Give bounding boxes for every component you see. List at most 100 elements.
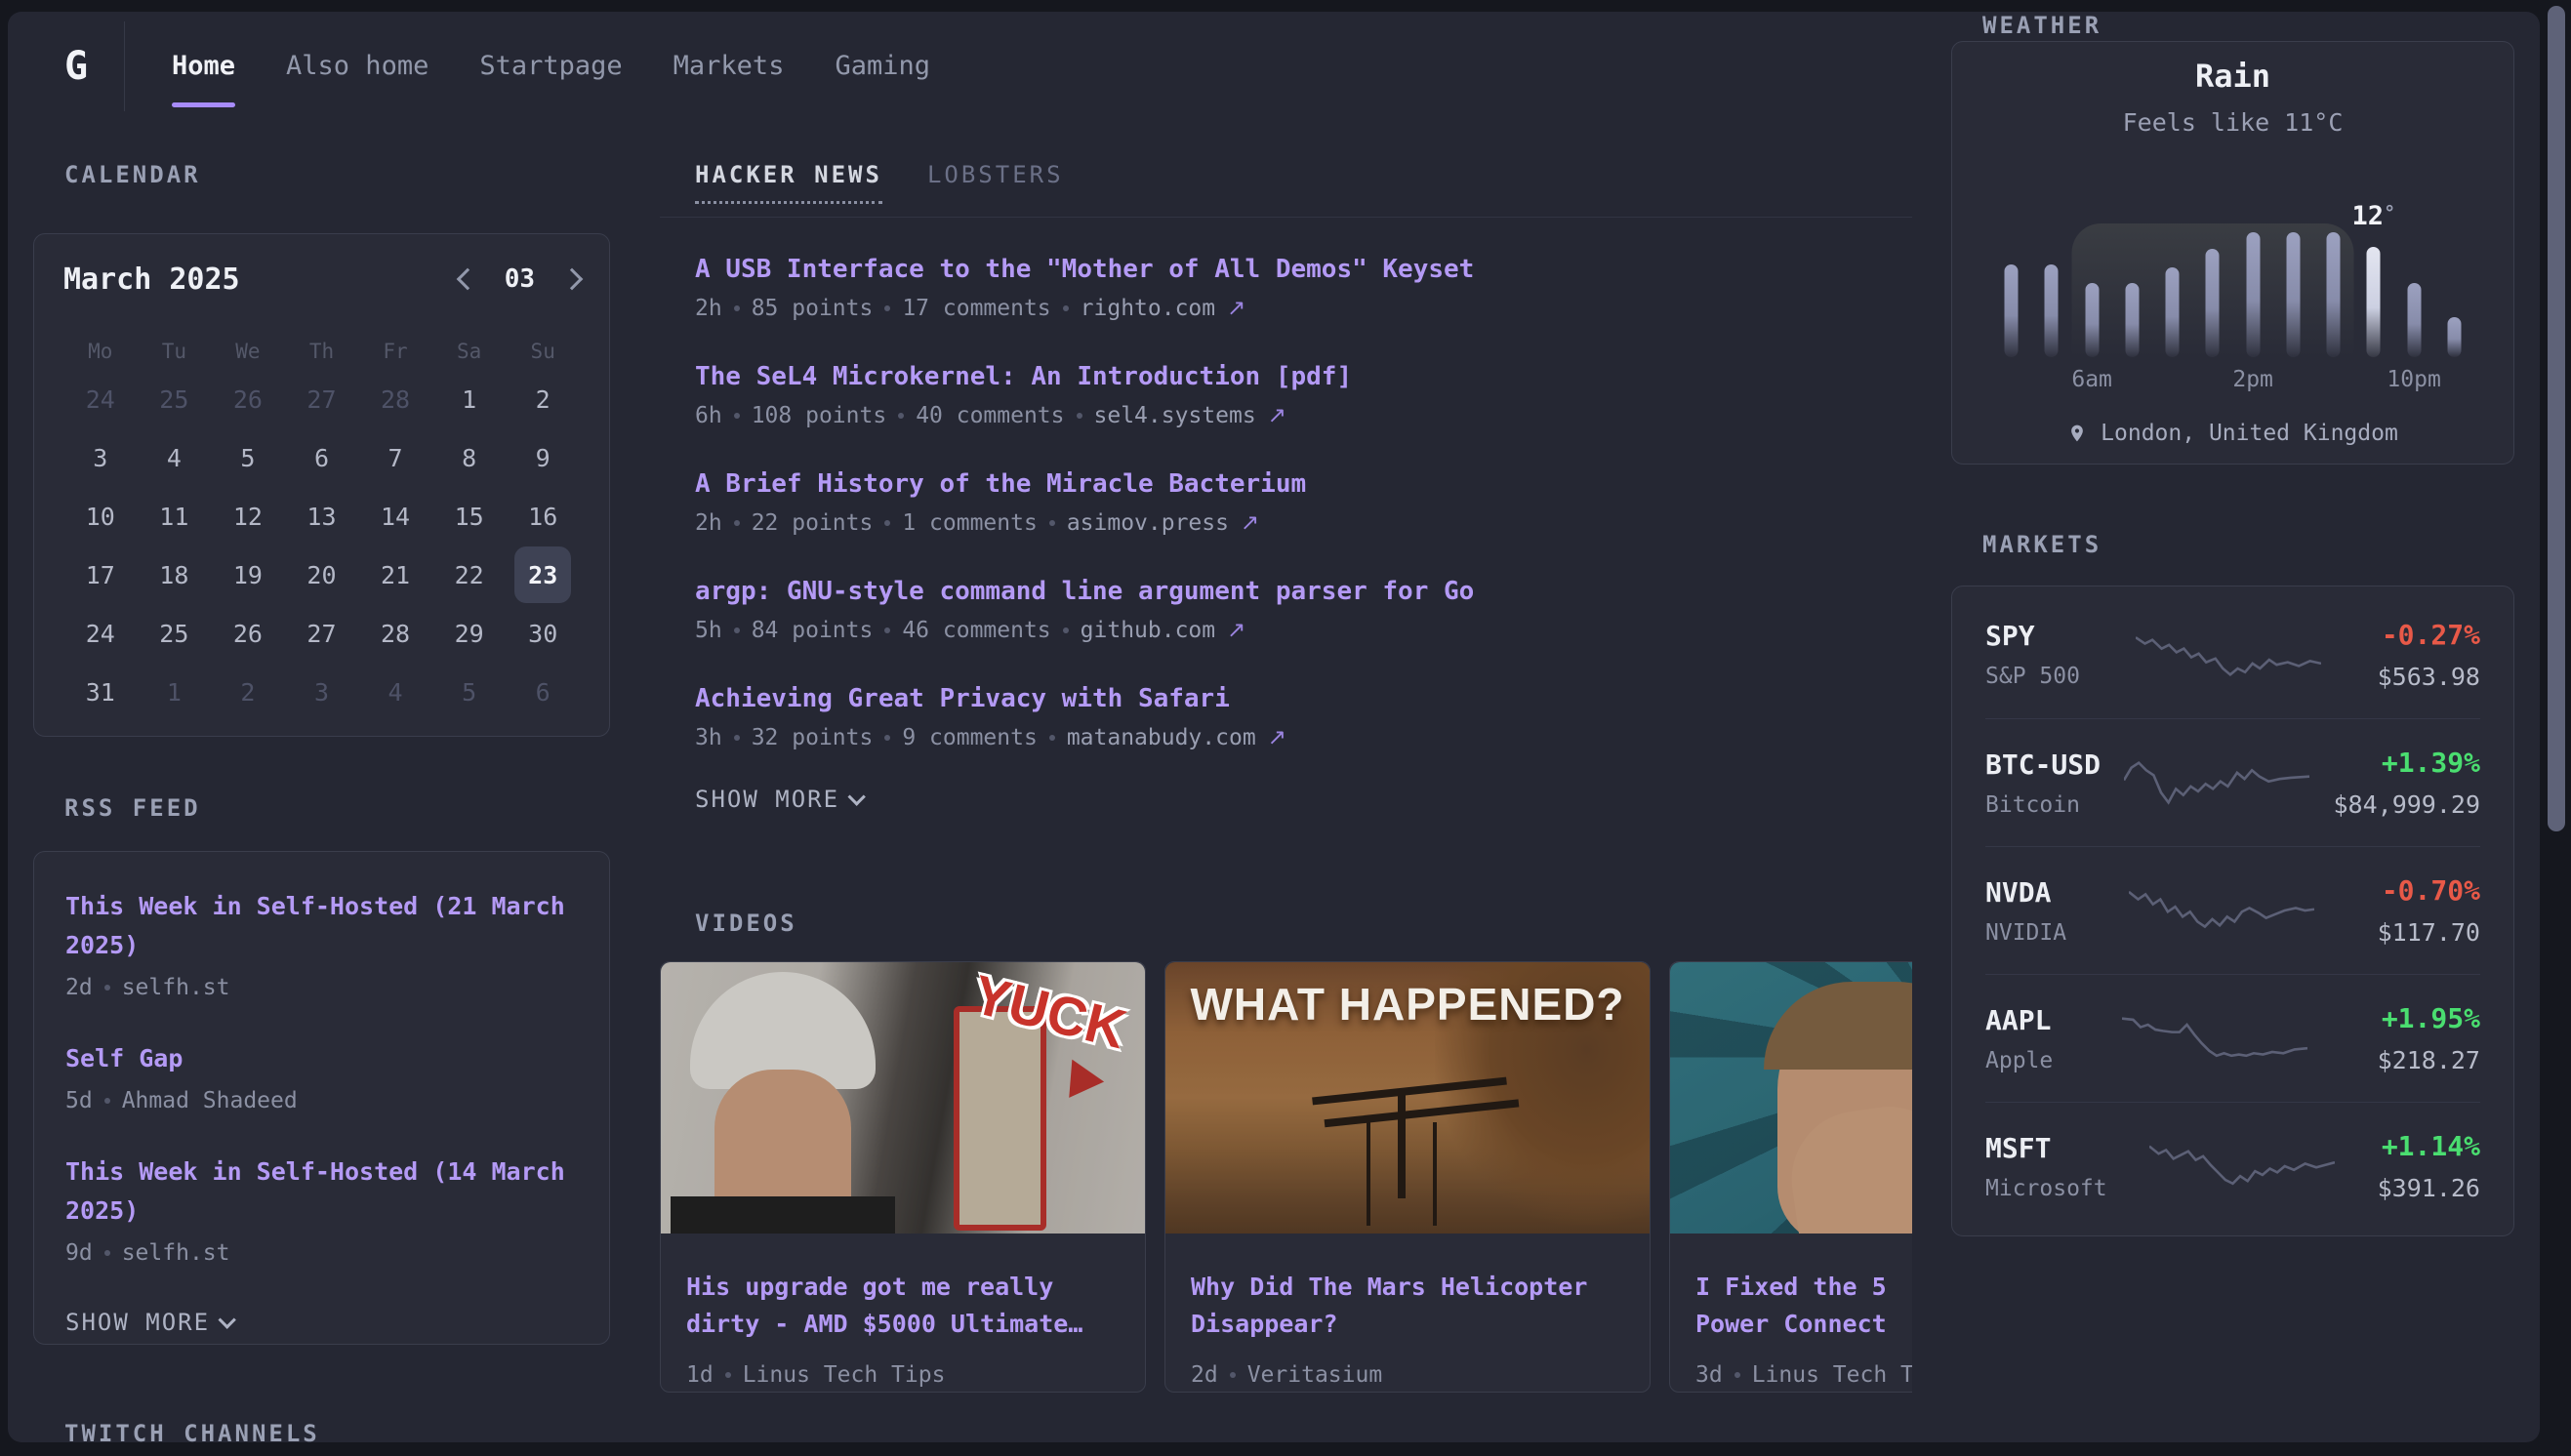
- calendar-day-cell[interactable]: 28: [367, 371, 424, 427]
- news-item-comments[interactable]: 9 comments: [902, 725, 1037, 750]
- video-title-link[interactable]: His upgrade got me really dirty - AMD $5…: [686, 1269, 1120, 1343]
- calendar-day-cell[interactable]: 24: [72, 605, 129, 662]
- tab-hacker-news[interactable]: HACKER NEWS: [695, 161, 882, 204]
- market-symbol: NVDA: [1985, 876, 2066, 909]
- video-channel[interactable]: Linus Tech Tips: [743, 1362, 946, 1388]
- calendar-day-cell[interactable]: 5: [220, 429, 276, 486]
- news-item-domain[interactable]: matanabudy.com: [1067, 725, 1256, 750]
- news-item-link[interactable]: argp: GNU-style command line argument pa…: [695, 575, 1912, 608]
- calendar-day-cell[interactable]: 7: [367, 429, 424, 486]
- calendar-day-cell[interactable]: 17: [72, 546, 129, 603]
- market-row[interactable]: AAPL Apple +1.95% $218.27: [1985, 974, 2480, 1102]
- calendar-day-cell[interactable]: 4: [145, 429, 202, 486]
- rss-item-link[interactable]: Self Gap: [65, 1039, 578, 1078]
- weather-bar: [2206, 249, 2220, 357]
- calendar-day-cell[interactable]: 11: [145, 488, 202, 545]
- dot-separator-icon: [1063, 305, 1069, 311]
- video-thumbnail[interactable]: YUCK: [661, 962, 1145, 1234]
- calendar-weekday-label: Tu: [162, 340, 186, 363]
- calendar-day-cell[interactable]: 25: [145, 371, 202, 427]
- calendar-day-cell[interactable]: 24: [72, 371, 129, 427]
- news-item-comments[interactable]: 1 comments: [902, 510, 1037, 536]
- market-row[interactable]: NVDA NVIDIA -0.70% $117.70: [1985, 846, 2480, 974]
- market-row[interactable]: MSFT Microsoft +1.14% $391.26: [1985, 1102, 2480, 1230]
- news-item-link[interactable]: A Brief History of the Miracle Bacterium: [695, 467, 1912, 501]
- calendar-day-cell[interactable]: 2: [514, 371, 571, 427]
- calendar-day-cell[interactable]: 12: [220, 488, 276, 545]
- news-item-meta: 3h 32 points 9 comments matanabudy.com ↗: [695, 725, 1912, 750]
- calendar-day-cell[interactable]: 10: [72, 488, 129, 545]
- rss-show-more-button[interactable]: SHOW MORE: [65, 1309, 236, 1336]
- scrollbar-thumb[interactable]: [2548, 6, 2565, 831]
- news-item-link[interactable]: The SeL4 Microkernel: An Introduction [p…: [695, 360, 1912, 393]
- calendar-day-cell[interactable]: 1: [441, 371, 498, 427]
- news-item-comments[interactable]: 46 comments: [902, 618, 1050, 643]
- video-thumbnail[interactable]: DO TH T: [1670, 962, 1912, 1234]
- video-title-link[interactable]: Why Did The Mars Helicopter Disappear?: [1191, 1269, 1624, 1343]
- market-price: $84,999.29: [2333, 790, 2480, 819]
- calendar-day-cell[interactable]: 4: [367, 664, 424, 720]
- calendar-weekday-row: MoTuWeThFrSaSu: [63, 340, 580, 363]
- calendar-day-cell[interactable]: 9: [514, 429, 571, 486]
- calendar-day-cell[interactable]: 1: [145, 664, 202, 720]
- calendar-day-cell[interactable]: 2: [220, 664, 276, 720]
- calendar-day-cell[interactable]: 28: [367, 605, 424, 662]
- rss-item-link[interactable]: This Week in Self-Hosted (21 March 2025): [65, 887, 578, 965]
- video-channel[interactable]: Linus Tech Tips: [1752, 1362, 1912, 1388]
- weather-location[interactable]: London, United Kingdom: [1952, 421, 2513, 446]
- rss-item-link[interactable]: This Week in Self-Hosted (14 March 2025): [65, 1153, 578, 1231]
- news-item-domain[interactable]: github.com: [1081, 618, 1215, 643]
- news-item-domain[interactable]: asimov.press: [1067, 510, 1229, 536]
- calendar-day-cell[interactable]: 3: [72, 429, 129, 486]
- calendar-day-cell[interactable]: 27: [293, 605, 349, 662]
- calendar-day-cell[interactable]: 20: [293, 546, 349, 603]
- news-item-comments[interactable]: 40 comments: [916, 403, 1064, 428]
- calendar-month-number: 03: [505, 264, 535, 294]
- calendar-day-cell[interactable]: 6: [293, 429, 349, 486]
- market-row[interactable]: BTC-USD Bitcoin +1.39% $84,999.29: [1985, 718, 2480, 846]
- videos-section-title: VIDEOS: [695, 910, 1912, 939]
- dashboard-window: G HomeAlso homeStartpageMarketsGaming CA…: [8, 12, 2540, 1442]
- news-item-comments[interactable]: 17 comments: [902, 296, 1050, 321]
- calendar-day-cell[interactable]: 18: [145, 546, 202, 603]
- calendar-day-cell[interactable]: 6: [514, 664, 571, 720]
- news-item-domain[interactable]: sel4.systems: [1094, 403, 1256, 428]
- video-meta: 2d Veritasium: [1191, 1362, 1624, 1388]
- news-item-meta: 6h 108 points 40 comments sel4.systems ↗: [695, 403, 1912, 428]
- markets-section-title: MARKETS: [1982, 531, 2514, 560]
- calendar-day-cell[interactable]: 27: [293, 371, 349, 427]
- calendar-day-cell[interactable]: 19: [220, 546, 276, 603]
- video-channel[interactable]: Veritasium: [1247, 1362, 1382, 1388]
- calendar-prev-icon[interactable]: [456, 268, 478, 291]
- calendar-day-cell[interactable]: 13: [293, 488, 349, 545]
- tab-lobsters[interactable]: LOBSTERS: [927, 161, 1064, 204]
- weather-hourly-chart: 12° 6am2pm10pm: [1991, 232, 2474, 357]
- market-change-percent: +1.39%: [2333, 747, 2480, 779]
- calendar-day-cell[interactable]: 26: [220, 605, 276, 662]
- news-item-link[interactable]: A USB Interface to the "Mother of All De…: [695, 253, 1912, 286]
- calendar-day-cell[interactable]: 25: [145, 605, 202, 662]
- calendar-day-cell[interactable]: 30: [514, 605, 571, 662]
- news-item-link[interactable]: Achieving Great Privacy with Safari: [695, 682, 1912, 715]
- calendar-day-cell[interactable]: 23: [514, 546, 571, 603]
- calendar-day-cell[interactable]: 31: [72, 664, 129, 720]
- calendar-day-cell[interactable]: 29: [441, 605, 498, 662]
- calendar-next-icon[interactable]: [561, 268, 584, 291]
- weather-bar: [2407, 283, 2421, 357]
- calendar-day-cell[interactable]: 16: [514, 488, 571, 545]
- calendar-day-cell[interactable]: 14: [367, 488, 424, 545]
- news-item-domain[interactable]: righto.com: [1081, 296, 1215, 321]
- news-show-more-button[interactable]: SHOW MORE: [695, 786, 866, 813]
- calendar-header: March 2025 03: [63, 258, 580, 301]
- calendar-day-cell[interactable]: 3: [293, 664, 349, 720]
- calendar-day-cell[interactable]: 5: [441, 664, 498, 720]
- calendar-day-cell[interactable]: 15: [441, 488, 498, 545]
- calendar-day-cell[interactable]: 26: [220, 371, 276, 427]
- calendar-day-cell[interactable]: 8: [441, 429, 498, 486]
- calendar-day-cell[interactable]: 21: [367, 546, 424, 603]
- market-row[interactable]: SPY S&P 500 -0.27% $563.98: [1985, 590, 2480, 718]
- video-thumbnail[interactable]: WHAT HAPPENED?: [1165, 962, 1650, 1234]
- calendar-day-cell[interactable]: 22: [441, 546, 498, 603]
- video-title-link[interactable]: I Fixed the 5 Power Connect: [1695, 1269, 1912, 1343]
- weather-bar: [2085, 283, 2099, 357]
